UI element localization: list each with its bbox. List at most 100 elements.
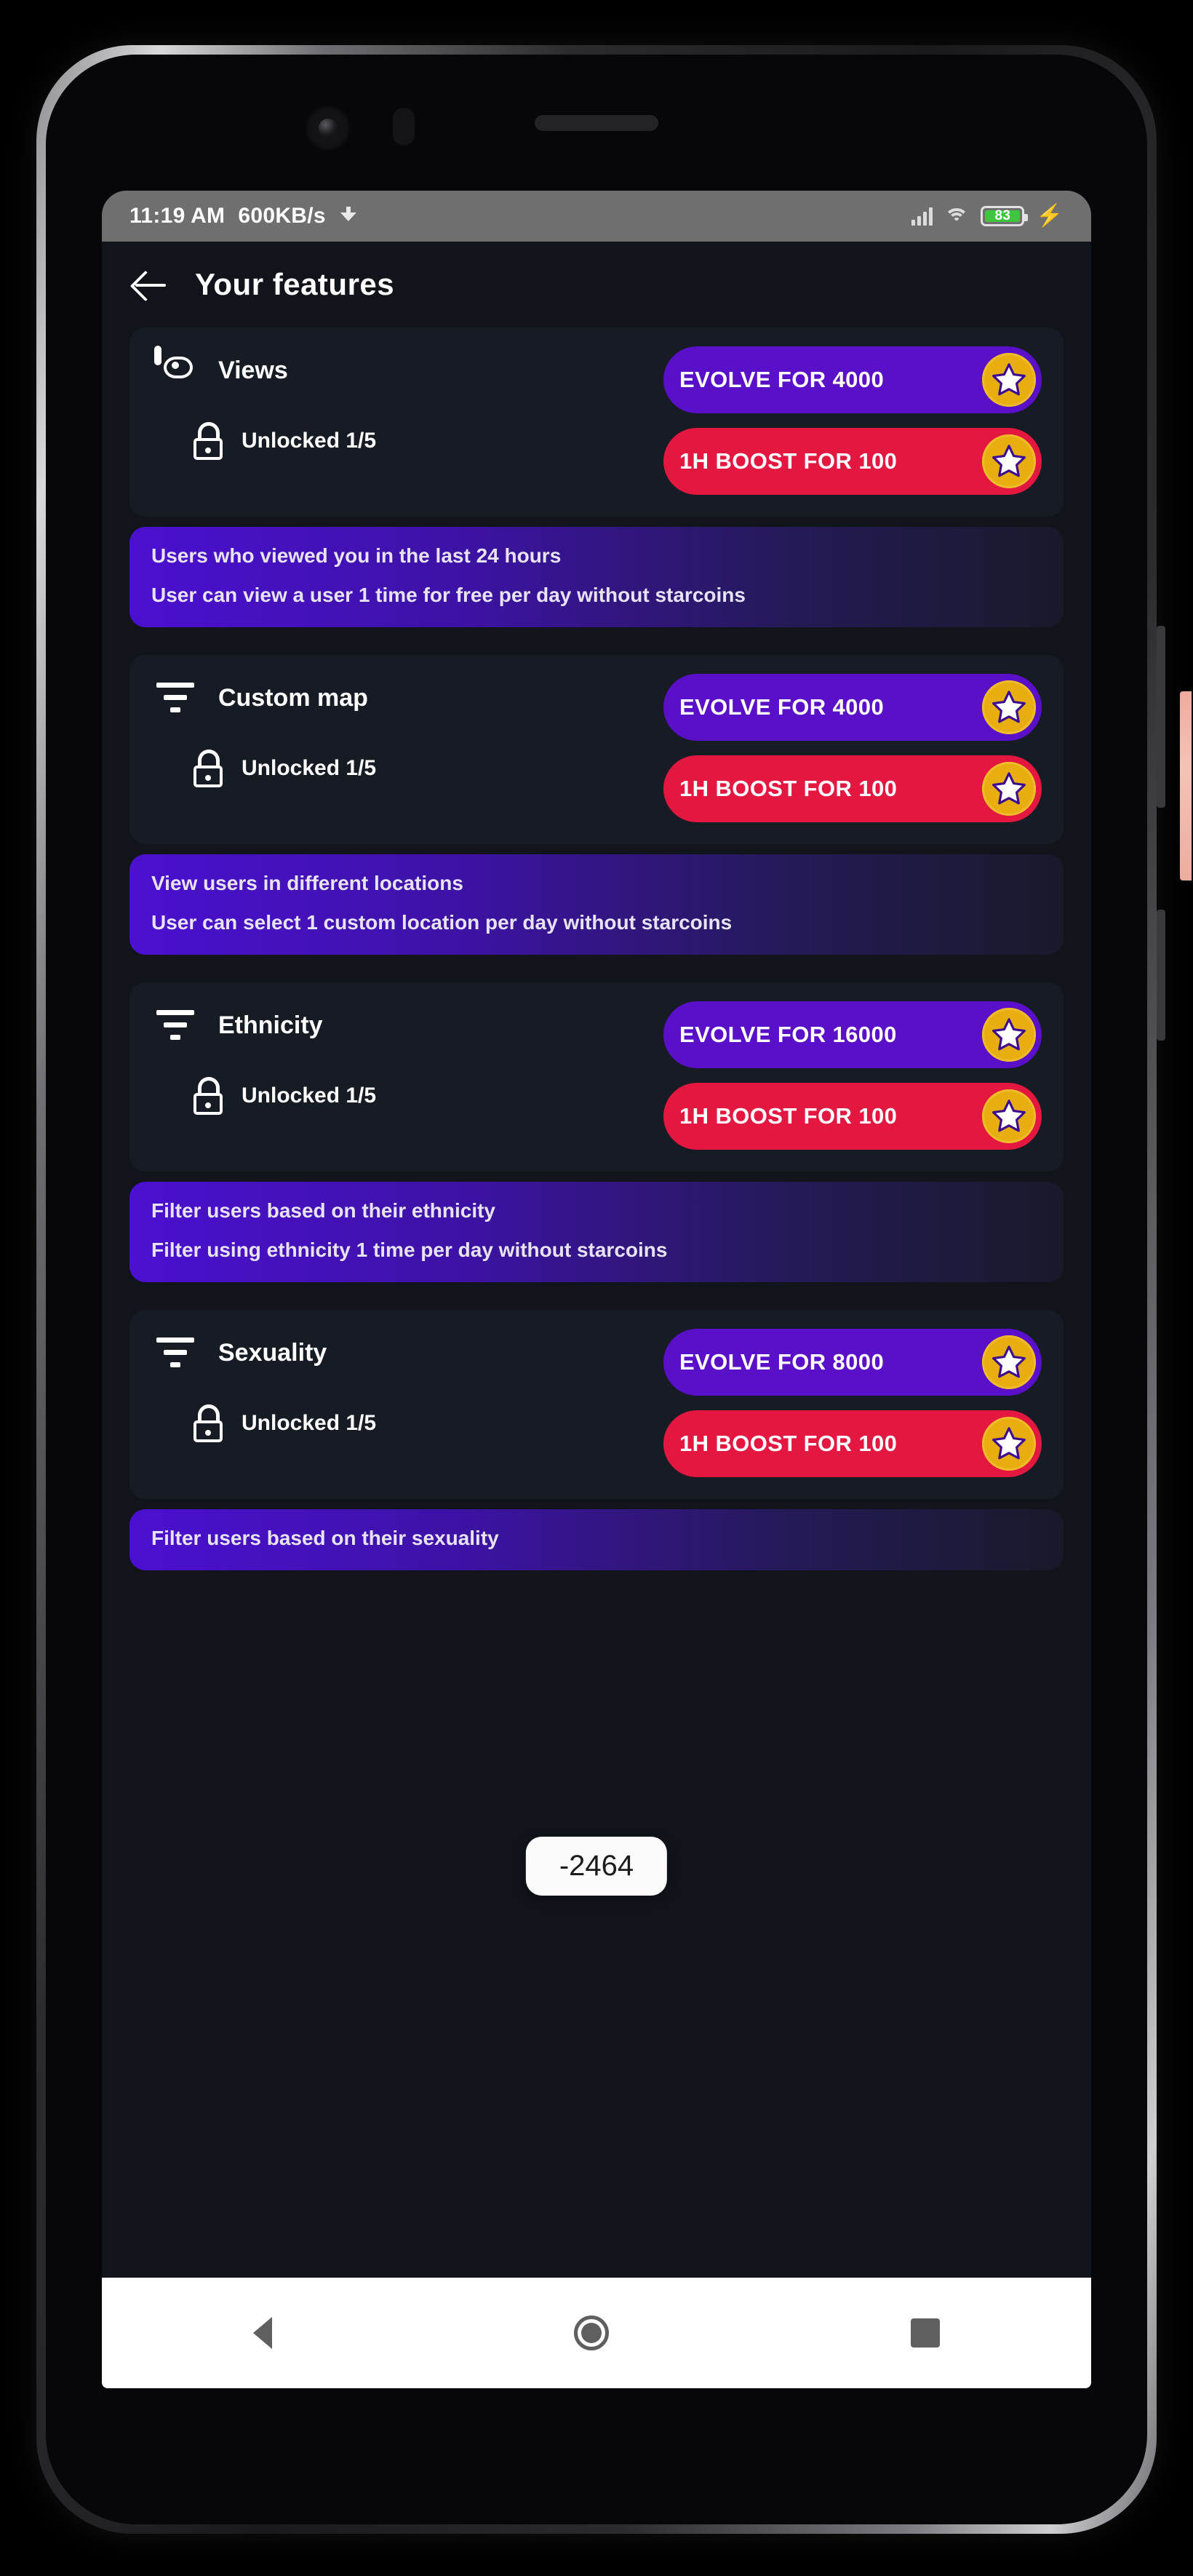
starcoin-icon [982,1335,1036,1389]
feature-title: Ethnicity [218,1011,323,1039]
feature-actions: EVOLVE FOR 16000 1H BOOST FOR 100 [663,1001,1042,1150]
feature-description-banner: Filter users based on their ethnicity Fi… [129,1182,1064,1282]
feature-description-line-2: Filter using ethnicity 1 time per day wi… [151,1239,668,1261]
features-scroll-area[interactable]: Views Unlocked 1/5 EVOLVE FOR 4000 1H BO… [102,327,1091,2388]
cellular-signal-icon [911,207,933,226]
evolve-button[interactable]: EVOLVE FOR 4000 [663,346,1042,413]
boost-button[interactable]: 1H BOOST FOR 100 [663,755,1042,822]
feature-card-ethnicity: Ethnicity Unlocked 1/5 EVOLVE FOR 16000 [129,982,1064,1172]
nav-home-icon[interactable] [573,2315,609,2350]
unlocked-padlock-icon [193,422,226,460]
feature-lock-status: Unlocked 1/5 [193,422,583,460]
feature-actions: EVOLVE FOR 4000 1H BOOST FOR 100 [663,346,1042,495]
feature-lock-label: Unlocked 1/5 [242,1084,377,1108]
feature-info: Custom map Unlocked 1/5 [154,677,583,825]
android-navigation-bar [102,2278,1091,2388]
unlocked-padlock-icon [193,750,226,787]
download-icon [339,207,358,226]
feature-description-banner: Users who viewed you in the last 24 hour… [129,527,1064,627]
front-camera [306,106,351,151]
proximity-sensor [393,108,415,146]
volume-button[interactable] [1157,626,1165,808]
feature-description-line-1: Filter users based on their sexuality [151,1527,499,1549]
evolve-button-label: EVOLVE FOR 16000 [679,1022,897,1047]
feature-heading: Custom map [154,677,583,719]
page-title: Your features [195,267,395,301]
feature-heading: Views [154,346,583,391]
feature-lock-label: Unlocked 1/5 [242,1411,377,1435]
app-bar: Your features [102,242,1091,327]
boost-button[interactable]: 1H BOOST FOR 100 [663,428,1042,495]
phone-screen: 11:19 AM 600KB/s 83 ⚡ Your features View… [102,191,1091,2388]
evolve-button[interactable]: EVOLVE FOR 16000 [663,1001,1042,1068]
unlocked-padlock-icon [193,1077,226,1115]
feature-lock-status: Unlocked 1/5 [193,1404,583,1442]
evolve-button[interactable]: EVOLVE FOR 4000 [663,674,1042,741]
charging-bolt-icon: ⚡ [1036,204,1064,228]
feature-description-line-1: Users who viewed you in the last 24 hour… [151,544,562,567]
feature-lock-label: Unlocked 1/5 [242,429,377,453]
starcoin-icon [982,1008,1036,1062]
filter-icon [154,1004,196,1046]
unlocked-padlock-icon [193,1404,226,1442]
evolve-button-label: EVOLVE FOR 8000 [679,1349,885,1375]
feature-card-custom-map: Custom map Unlocked 1/5 EVOLVE FOR 4000 [129,655,1064,844]
feature-description-line-1: Filter users based on their ethnicity [151,1199,496,1222]
earpiece-speaker [535,115,658,131]
battery-level-label: 83 [985,208,1021,223]
feature-title: Custom map [218,683,368,712]
feature-info: Ethnicity Unlocked 1/5 [154,1004,583,1153]
starcoin-icon [982,1417,1036,1471]
feature-heading: Sexuality [154,1332,583,1374]
status-time: 11:19 AM [129,204,226,228]
evolve-button-label: EVOLVE FOR 4000 [679,694,885,720]
filter-icon [154,677,196,719]
nav-back-icon[interactable] [252,2317,272,2349]
feature-lock-status: Unlocked 1/5 [193,750,583,787]
status-network-speed: 600KB/s [238,204,326,228]
feature-lock-status: Unlocked 1/5 [193,1077,583,1115]
feature-description-line-2: User can view a user 1 time for free per… [151,584,746,606]
starcoin-icon [982,1089,1036,1143]
boost-button-label: 1H BOOST FOR 100 [679,448,898,474]
evolve-button-label: EVOLVE FOR 4000 [679,367,885,392]
feature-title: Views [218,356,288,384]
status-bar-right: 83 ⚡ [911,205,1064,227]
status-bar-left: 11:19 AM 600KB/s [129,204,358,228]
boost-button-label: 1H BOOST FOR 100 [679,776,898,801]
feature-description-line-2: User can select 1 custom location per da… [151,911,733,934]
feature-card-top: Ethnicity Unlocked 1/5 EVOLVE FOR 16000 [129,982,1064,1172]
battery-icon: 83 [981,206,1029,226]
feature-card-top: Views Unlocked 1/5 EVOLVE FOR 4000 1H BO… [129,327,1064,517]
feature-heading: Ethnicity [154,1004,583,1046]
boost-button[interactable]: 1H BOOST FOR 100 [663,1083,1042,1150]
starcoin-icon [982,762,1036,816]
eye-icon [154,346,196,391]
feature-actions: EVOLVE FOR 4000 1H BOOST FOR 100 [663,674,1042,822]
feature-info: Views Unlocked 1/5 [154,346,583,498]
starcoin-change-toast: -2464 [525,1837,668,1896]
feature-card-top: Sexuality Unlocked 1/5 EVOLVE FOR 8000 1… [129,1310,1064,1499]
wifi-icon [944,207,970,226]
feature-card-views: Views Unlocked 1/5 EVOLVE FOR 4000 1H BO… [129,327,1064,517]
boost-button-label: 1H BOOST FOR 100 [679,1103,898,1129]
back-arrow-icon[interactable] [132,267,167,302]
feature-description-line-1: View users in different locations [151,872,463,894]
feature-title: Sexuality [218,1338,327,1367]
starcoin-icon [982,434,1036,488]
feature-description-banner: Filter users based on their sexuality [129,1509,1064,1570]
status-bar: 11:19 AM 600KB/s 83 ⚡ [102,191,1091,242]
side-accent-strip [1180,691,1192,880]
power-button[interactable] [1157,910,1165,1041]
screenshot-stage: 11:19 AM 600KB/s 83 ⚡ Your features View… [0,0,1193,2576]
nav-recents-icon[interactable] [911,2318,941,2348]
feature-card-top: Custom map Unlocked 1/5 EVOLVE FOR 4000 [129,655,1064,844]
boost-button-label: 1H BOOST FOR 100 [679,1431,898,1456]
filter-icon [154,1332,196,1374]
boost-button[interactable]: 1H BOOST FOR 100 [663,1410,1042,1477]
starcoin-icon [982,680,1036,734]
feature-actions: EVOLVE FOR 8000 1H BOOST FOR 100 [663,1329,1042,1477]
evolve-button[interactable]: EVOLVE FOR 8000 [663,1329,1042,1396]
starcoin-icon [982,353,1036,407]
feature-card-sexuality: Sexuality Unlocked 1/5 EVOLVE FOR 8000 1… [129,1310,1064,1499]
